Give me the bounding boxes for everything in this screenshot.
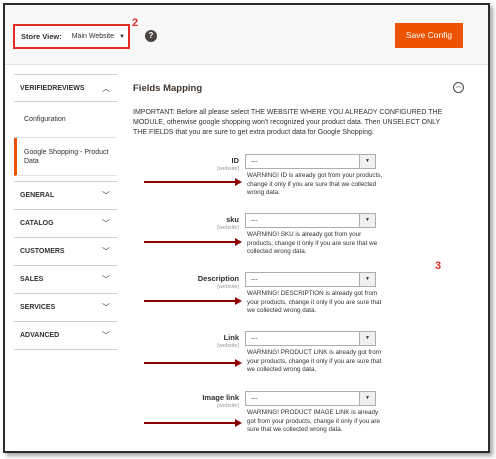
sidebar-item-label: SALES: [20, 276, 44, 283]
caret-down-icon: ▼: [359, 273, 375, 286]
field-scope: [website]: [217, 403, 239, 409]
field-scope: [website]: [217, 284, 239, 290]
field-label: Description: [197, 274, 239, 283]
field-select-link[interactable]: --- ▼: [245, 331, 376, 346]
annotation-arrow-icon: [144, 419, 242, 427]
sidebar-item-configuration[interactable]: Configuration: [14, 102, 117, 138]
field-warning-note: WARNING! DESCRIPTION is already got from…: [247, 290, 382, 314]
sidebar-item-advanced[interactable]: ADVANCED ﹀: [14, 322, 117, 350]
question-circle-icon[interactable]: ?: [145, 30, 157, 42]
sidebar-section-label: VERIFIEDREVIEWS: [20, 84, 85, 92]
select-value: ---: [251, 335, 258, 342]
chevron-down-icon: ﹀: [102, 303, 110, 312]
page-header: Store View: Main Website ▼ 2 ? Save Conf…: [5, 5, 488, 65]
sidebar-item-label: CUSTOMERS: [20, 248, 65, 255]
field-scope: [website]: [217, 225, 239, 231]
screenshot-frame: Store View: Main Website ▼ 2 ? Save Conf…: [3, 3, 490, 453]
sidebar-item-google-shopping[interactable]: Google Shopping - Product Data: [14, 138, 117, 176]
annotation-arrow-icon: [144, 238, 242, 246]
sidebar-item-services[interactable]: SERVICES ﹀: [14, 294, 117, 322]
field-row-link: Link [website] --- ▼ WARNING! PRODUCT LI…: [133, 331, 463, 381]
field-label: ID: [231, 156, 240, 165]
config-sidebar: VERIFIEDREVIEWS ︿ Configuration Google S…: [14, 74, 117, 350]
field-warning-note: WARNING! PRODUCT IMAGE LINK is already g…: [247, 409, 381, 433]
field-row-description: Description [website] --- ▼ WARNING! DES…: [133, 272, 463, 322]
sidebar-item-label: CATALOG: [20, 220, 54, 227]
select-value: ---: [251, 217, 258, 224]
caret-down-icon: ▼: [359, 155, 375, 168]
sidebar-section-verifiedreviews[interactable]: VERIFIEDREVIEWS ︿: [14, 74, 117, 102]
field-select-description[interactable]: --- ▼: [245, 272, 376, 287]
caret-down-icon: ▼: [359, 332, 375, 345]
field-select-sku[interactable]: --- ▼: [245, 213, 376, 228]
annotation-marker-2: 2: [132, 17, 139, 29]
important-notice: IMPORTANT: Before all please select THE …: [133, 109, 443, 136]
field-row-id: ID [website] --- ▼ WARNING! ID is alread…: [133, 154, 463, 204]
caret-down-icon: ▼: [119, 33, 125, 40]
store-view-switcher[interactable]: Store View: Main Website ▼: [13, 24, 130, 49]
store-view-value: Main Website: [71, 33, 114, 40]
sidebar-item-customers[interactable]: CUSTOMERS ﹀: [14, 238, 117, 266]
chevron-up-circle-icon[interactable]: ︿: [453, 82, 464, 93]
sidebar-item-sales[interactable]: SALES ﹀: [14, 266, 117, 294]
field-label: Link: [223, 333, 239, 342]
field-warning-note: WARNING! ID is already got from your pro…: [247, 172, 383, 196]
field-scope: [website]: [217, 166, 239, 172]
select-value: ---: [251, 276, 258, 283]
chevron-up-icon: ︿: [102, 83, 110, 93]
chevron-down-icon: ﹀: [102, 219, 110, 228]
field-warning-note: WARNING! SKU is already got from your pr…: [247, 231, 378, 255]
select-value: ---: [251, 395, 258, 402]
save-config-button[interactable]: Save Config: [395, 23, 463, 48]
field-label: Image link: [202, 393, 239, 402]
field-scope: [website]: [217, 343, 239, 349]
sidebar-item-general[interactable]: GENERAL ﹀: [14, 182, 117, 210]
annotation-arrow-icon: [144, 297, 242, 305]
field-warning-note: WARNING! PRODUCT LINK is already got fro…: [247, 349, 382, 373]
chevron-down-icon: ﹀: [102, 191, 110, 200]
field-row-sku: sku [website] --- ▼ WARNING! SKU is alre…: [133, 213, 463, 263]
field-select-image-link[interactable]: --- ▼: [245, 391, 376, 406]
store-view-dropdown[interactable]: Main Website ▼: [72, 33, 125, 40]
sidebar-item-label: SERVICES: [20, 304, 56, 311]
sidebar-item-label: GENERAL: [20, 192, 55, 199]
caret-down-icon: ▼: [359, 392, 375, 405]
sidebar-item-label: Configuration: [24, 116, 66, 123]
select-value: ---: [251, 158, 258, 165]
fieldset-title[interactable]: Fields Mapping: [133, 83, 202, 94]
sidebar-item-label: ADVANCED: [20, 332, 60, 339]
field-row-image-link: Image link [website] --- ▼ WARNING! PROD…: [133, 391, 463, 441]
field-label: sku: [226, 215, 239, 224]
chevron-down-icon: ﹀: [102, 331, 110, 340]
store-view-label: Store View:: [21, 32, 62, 41]
caret-down-icon: ▼: [359, 214, 375, 227]
sidebar-item-label: Google Shopping - Product Data: [24, 148, 109, 165]
annotation-arrow-icon: [144, 359, 242, 367]
sidebar-item-catalog[interactable]: CATALOG ﹀: [14, 210, 117, 238]
field-select-id[interactable]: --- ▼: [245, 154, 376, 169]
chevron-down-icon: ﹀: [102, 275, 110, 284]
annotation-arrow-icon: [144, 178, 242, 186]
chevron-down-icon: ﹀: [102, 247, 110, 256]
